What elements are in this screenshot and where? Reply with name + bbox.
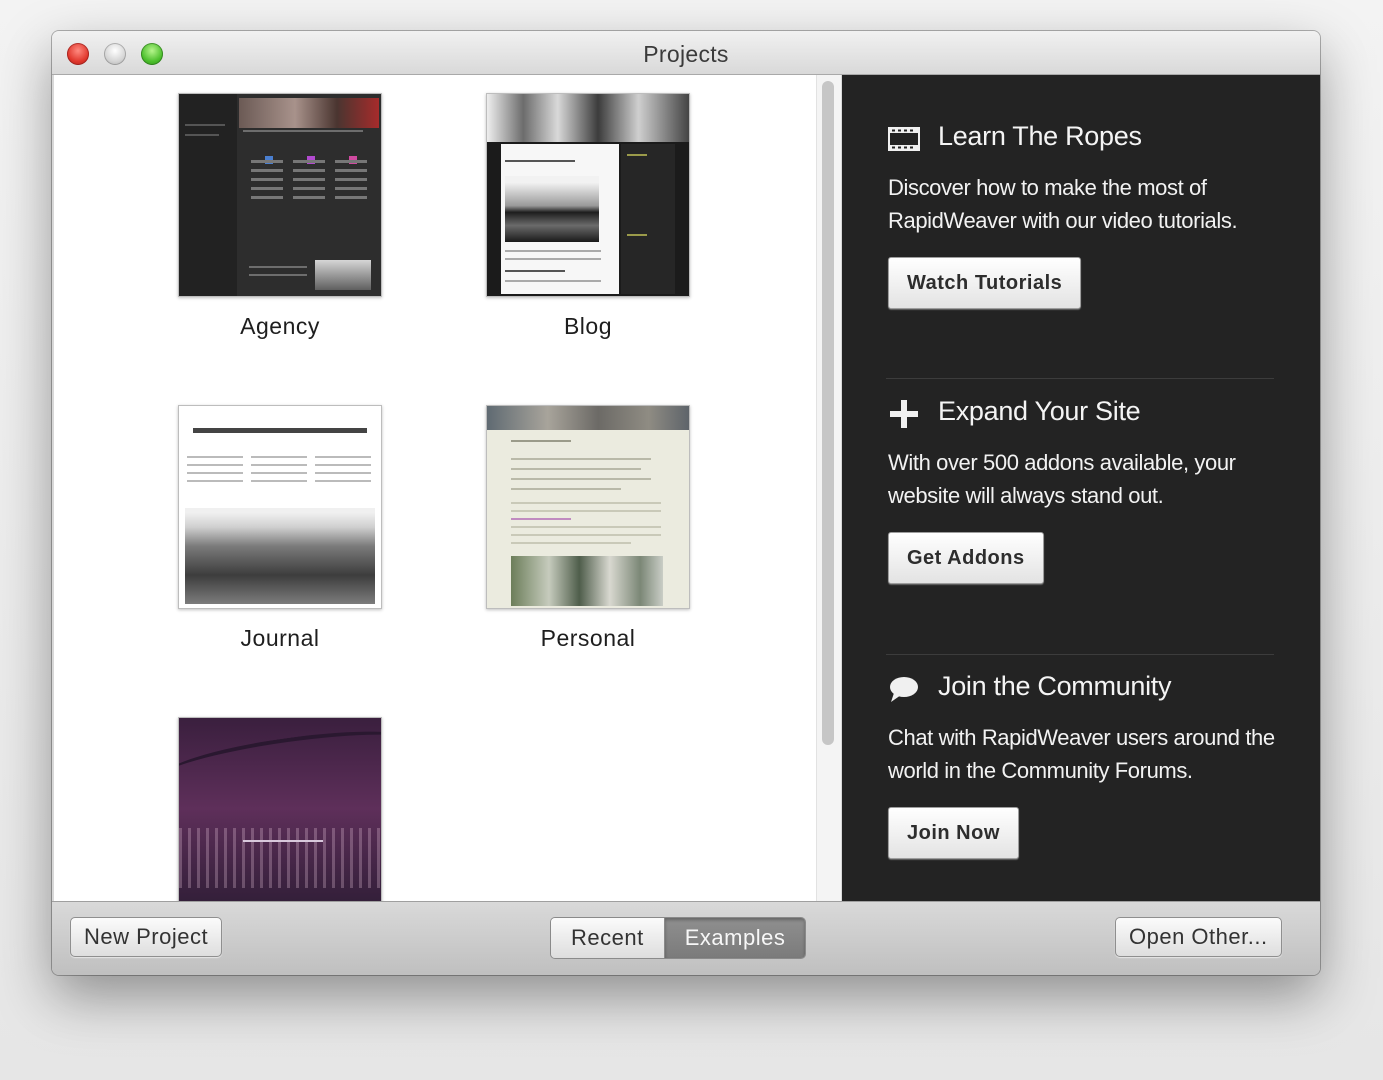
window-title: Projects [643, 41, 729, 67]
bottom-toolbar: New Project Recent Examples Open Other..… [52, 901, 1320, 975]
gallery-item-label: Personal [540, 625, 636, 651]
gallery-item-blog[interactable]: Blog [486, 93, 690, 340]
section-title: Learn The Ropes [938, 121, 1142, 151]
film-strip-icon [888, 125, 920, 153]
gallery-item-journal[interactable]: Journal [178, 405, 382, 652]
example-gallery: Agency Blog Journal Personal [54, 75, 817, 901]
open-other-button[interactable]: Open Other... [1115, 917, 1282, 957]
section-divider [886, 654, 1274, 655]
get-addons-button[interactable]: Get Addons [888, 532, 1044, 584]
segment-recent[interactable]: Recent [551, 918, 665, 958]
gallery-scrollbar-thumb[interactable] [822, 81, 834, 745]
personal-thumbnail[interactable] [486, 405, 690, 609]
gallery-item-label: Blog [563, 313, 613, 339]
journal-thumbnail[interactable] [178, 405, 382, 609]
join-now-button[interactable]: Join Now [888, 807, 1019, 859]
gallery-item-label: Agency [240, 313, 320, 339]
section-title: Join the Community [938, 671, 1172, 701]
community-section: Join the Community Chat with RapidWeaver… [888, 669, 1288, 859]
night-city-thumbnail[interactable] [178, 717, 382, 901]
view-segmented-control: Recent Examples [550, 917, 807, 959]
section-title: Expand Your Site [938, 396, 1141, 426]
section-divider [886, 378, 1274, 379]
desktop-background: Projects Agency Blog Journal Personal Le… [0, 0, 1383, 1080]
section-description: Chat with RapidWeaver users around the w… [888, 725, 1275, 783]
blog-thumbnail[interactable] [486, 93, 690, 297]
segment-examples[interactable]: Examples [664, 918, 806, 958]
title-bar[interactable]: Projects [52, 31, 1320, 75]
watch-tutorials-button[interactable]: Watch Tutorials [888, 257, 1082, 309]
projects-window: Projects Agency Blog Journal Personal Le… [52, 31, 1320, 975]
section-description: With over 500 addons available, your web… [888, 450, 1236, 508]
gallery-item-label: Journal [240, 625, 320, 651]
info-panel: Learn The Ropes Discover how to make the… [842, 75, 1320, 901]
agency-thumbnail[interactable] [178, 93, 382, 297]
plus-icon [888, 400, 920, 428]
learn-section: Learn The Ropes Discover how to make the… [888, 119, 1288, 309]
speech-bubble-icon [888, 675, 920, 703]
gallery-item-personal[interactable]: Personal [486, 405, 690, 652]
gallery-item-night[interactable] [178, 717, 382, 901]
expand-section: Expand Your Site With over 500 addons av… [888, 394, 1288, 584]
gallery-item-agency[interactable]: Agency [178, 93, 382, 340]
section-description: Discover how to make the most of RapidWe… [888, 175, 1238, 233]
new-project-button[interactable]: New Project [70, 917, 223, 957]
